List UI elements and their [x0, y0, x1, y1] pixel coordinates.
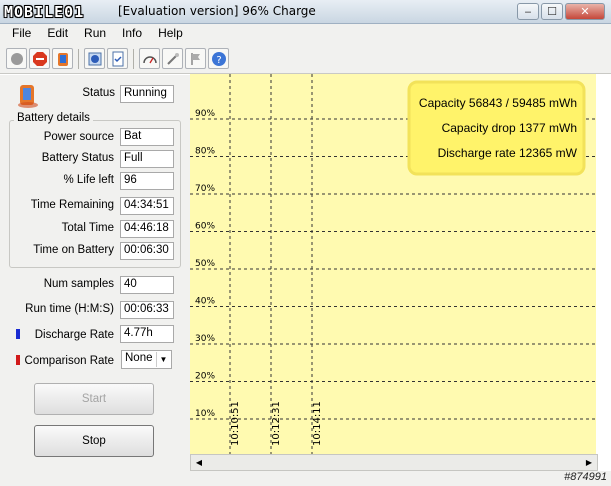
- wand-icon[interactable]: [162, 48, 183, 69]
- run-time-label: Run time (H:M:S): [25, 303, 114, 315]
- y-tick-label: 40%: [195, 297, 215, 307]
- left-panel: Status Running Battery details Power sou…: [0, 75, 190, 486]
- chevron-down-icon: ▼: [156, 352, 170, 367]
- comparison-rate-selected: None: [125, 352, 153, 364]
- x-tick-label: 10:12:31: [271, 401, 282, 446]
- power-source-label: Power source: [43, 131, 114, 143]
- menu-bar: File Edit Run Info Help: [0, 24, 611, 44]
- time-remaining-label: Time Remaining: [30, 199, 114, 211]
- gauge-icon[interactable]: [139, 48, 160, 69]
- y-tick-label: 70%: [195, 184, 215, 194]
- x-tick-label: 10:14:11: [312, 401, 323, 446]
- battery-chart: 90% 80% 70% 60% 50% 40% 30% 20% 10% 10:10:51 10:1…: [190, 44, 611, 454]
- svg-text:?: ?: [216, 55, 221, 66]
- toolbar-separator: [133, 48, 134, 69]
- scroll-left-icon[interactable]: ◀: [191, 455, 207, 470]
- help-icon[interactable]: ?: [208, 48, 229, 69]
- discharge-rate-marker: [16, 329, 20, 339]
- time-remaining-value: 04:34:51: [120, 197, 174, 215]
- stop-icon[interactable]: [29, 48, 50, 69]
- num-samples-label: Num samples: [43, 278, 114, 290]
- chart-svg: 90% 80% 70% 60% 50% 40% 30% 20% 10% 10:10:51 10:1…: [190, 44, 611, 454]
- time-on-battery-label: Time on Battery: [33, 244, 114, 256]
- num-samples-value: 40: [120, 276, 174, 294]
- menu-help[interactable]: Help: [150, 24, 191, 44]
- battery-icon[interactable]: [52, 48, 73, 69]
- scroll-right-icon[interactable]: ▶: [581, 455, 597, 470]
- logo: MOBILE01: [4, 3, 85, 21]
- menu-info[interactable]: Info: [114, 24, 150, 44]
- record-icon[interactable]: [6, 48, 27, 69]
- start-button[interactable]: Start: [34, 383, 154, 415]
- battery-status-value: Full: [120, 150, 174, 168]
- status-bar: #874991: [0, 471, 611, 486]
- info-capacity: Capacity 56843 / 59485 mWh: [419, 96, 577, 110]
- menu-edit[interactable]: Edit: [39, 24, 76, 44]
- toolbar: ?: [0, 44, 611, 74]
- title-bar: MOBILE01 [Evaluation version] 96% Charge…: [0, 0, 611, 24]
- time-on-battery-value: 00:06:30: [120, 242, 174, 260]
- total-time-label: Total Time: [61, 222, 114, 234]
- comparison-rate-marker: [16, 355, 20, 365]
- info-discharge-rate: Discharge rate 12365 mW: [438, 146, 578, 160]
- watermark: #874991: [564, 471, 607, 483]
- flag-icon[interactable]: [185, 48, 206, 69]
- discharge-rate-label: Discharge Rate: [34, 329, 114, 341]
- window-title: [Evaluation version] 96% Charge: [118, 4, 316, 18]
- life-left-label: % Life left: [63, 174, 115, 186]
- comparison-rate-select[interactable]: None ▼: [121, 350, 172, 369]
- comparison-rate-label: Comparison Rate: [24, 355, 114, 367]
- status-value: Running: [120, 85, 174, 103]
- info-icon[interactable]: [84, 48, 105, 69]
- total-time-value: 04:46:18: [120, 220, 174, 238]
- chart-horizontal-scrollbar[interactable]: ◀ ▶: [190, 454, 598, 471]
- discharge-rate-value: 4.77h: [120, 325, 174, 343]
- y-tick-label: 20%: [195, 372, 215, 382]
- y-tick-label: 80%: [195, 147, 215, 157]
- life-left-value: 96: [120, 172, 174, 190]
- close-button[interactable]: ✕: [565, 3, 605, 20]
- menu-run[interactable]: Run: [76, 24, 114, 44]
- battery-status-label: Battery Status: [41, 152, 114, 164]
- x-tick-label: 10:10:51: [230, 401, 241, 446]
- info-capacity-drop: Capacity drop 1377 mWh: [442, 121, 577, 135]
- y-tick-label: 30%: [195, 334, 215, 344]
- toolbar-separator: [78, 48, 79, 69]
- minimize-button[interactable]: ‒: [517, 3, 539, 20]
- run-time-value: 00:06:33: [120, 301, 174, 319]
- y-tick-label: 90%: [195, 109, 215, 119]
- status-label: Status: [82, 87, 115, 99]
- y-tick-label: 10%: [195, 409, 215, 419]
- stop-button[interactable]: Stop: [34, 425, 154, 457]
- power-source-value: Bat: [120, 128, 174, 146]
- battery-details-title: Battery details: [14, 112, 93, 124]
- y-tick-label: 50%: [195, 259, 215, 269]
- checklist-icon[interactable]: [107, 48, 128, 69]
- y-tick-label: 60%: [195, 222, 215, 232]
- menu-file[interactable]: File: [4, 24, 39, 44]
- app-battery-icon: [14, 81, 42, 112]
- info-box: Capacity 56843 / 59485 mWh Capacity drop…: [407, 80, 586, 176]
- maximize-button[interactable]: ☐: [541, 3, 563, 20]
